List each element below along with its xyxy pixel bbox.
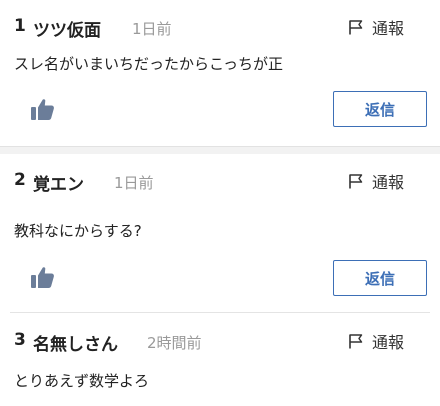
post-number: 2: [14, 170, 26, 190]
post-timestamp: 1日前: [132, 20, 172, 38]
post-author: 名無しさん: [33, 335, 118, 355]
post-body: 教科なにからする?: [14, 222, 142, 240]
flag-icon: [348, 173, 364, 189]
thumbs-up-icon: [31, 99, 54, 120]
post-timestamp: 2時間前: [147, 334, 202, 352]
post-item: 1 ツツ仮面 1日前 通報 スレ名がいまいちだったからこっちが正 返信: [0, 0, 440, 146]
post-header: 2 覚エン 1日前 通報: [0, 154, 440, 210]
reply-button[interactable]: 返信: [333, 260, 427, 296]
section-divider: [0, 146, 440, 154]
report-label: 通報: [372, 19, 405, 38]
flag-icon: [348, 333, 364, 349]
post-timestamp: 1日前: [114, 174, 154, 192]
post-author: ツツ仮面: [33, 21, 101, 41]
post-header: 3 名無しさん 2時間前 通報: [0, 314, 440, 370]
post-body: スレ名がいまいちだったからこっちが正: [14, 55, 283, 73]
post-author: 覚エン: [33, 175, 84, 195]
thumbs-up-icon: [31, 267, 54, 288]
like-button[interactable]: [30, 264, 56, 290]
post-number: 1: [14, 16, 26, 36]
post-body: とりあえず数学よろ: [14, 372, 150, 390]
report-label: 通報: [372, 173, 405, 192]
post-number: 3: [14, 330, 26, 350]
report-button[interactable]: 通報: [348, 330, 404, 352]
report-button[interactable]: 通報: [348, 16, 404, 38]
post-divider: [10, 312, 430, 313]
flag-icon: [348, 19, 364, 35]
reply-button[interactable]: 返信: [333, 91, 427, 127]
report-label: 通報: [372, 333, 405, 352]
post-item: 2 覚エン 1日前 通報 教科なにからする? 返信: [0, 154, 440, 312]
post-item: 3 名無しさん 2時間前 通報 とりあえず数学よろ: [0, 314, 440, 406]
post-header: 1 ツツ仮面 1日前 通報: [0, 0, 440, 56]
report-button[interactable]: 通報: [348, 170, 404, 192]
like-button[interactable]: [30, 96, 56, 122]
